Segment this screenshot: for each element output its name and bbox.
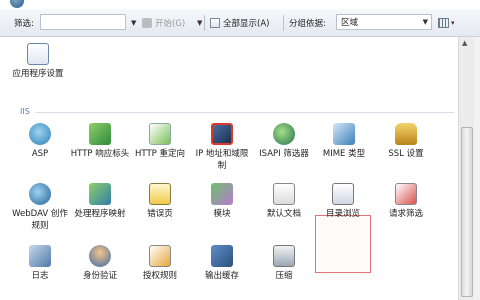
feature-logging[interactable]: 日志 xyxy=(10,245,70,282)
scrollbar-thumb[interactable] xyxy=(461,127,473,297)
feature-default-document[interactable]: 默认文档 xyxy=(254,183,314,220)
start-label: 开始(G) xyxy=(155,19,186,29)
view-dropdown-arrow-icon: ▾ xyxy=(451,19,455,27)
show-all-icon xyxy=(210,18,220,28)
logging-icon xyxy=(29,245,51,267)
group-by-label: 分组依据: xyxy=(289,19,326,29)
filter-input[interactable] xyxy=(40,14,126,30)
features-toolbar: 筛选: ▼ 开始(G) ▼ 全部显示(A) 分组依据: 区域 ▼ ▾ xyxy=(0,9,480,37)
feature-label: 身份验证 xyxy=(82,271,117,281)
scroll-up-icon[interactable]: ▲ xyxy=(462,39,467,47)
feature-output-caching[interactable]: 输出缓存 xyxy=(192,245,252,282)
lock-icon xyxy=(395,123,417,145)
feature-label: 错误页 xyxy=(147,209,173,219)
feature-label: 日志 xyxy=(31,271,49,281)
app-settings-icon xyxy=(27,43,49,65)
feature-label: SSL 设置 xyxy=(388,149,424,159)
feature-label: 请求筛选 xyxy=(388,209,423,219)
feature-label: HTTP 重定向 xyxy=(135,149,185,159)
feature-label: 输出缓存 xyxy=(204,271,239,281)
http-redirect-icon xyxy=(149,123,171,145)
start-dropdown-arrow-icon[interactable]: ▼ xyxy=(197,9,202,37)
feature-label: 应用程序设置 xyxy=(12,69,64,79)
warning-icon xyxy=(149,183,171,205)
feature-request-filtering[interactable]: 请求筛选 xyxy=(376,183,436,220)
asp-icon xyxy=(29,123,51,145)
feature-mime-types[interactable]: MIME 类型 xyxy=(314,123,374,160)
toolbar-separator xyxy=(204,15,205,31)
view-grid-icon xyxy=(438,18,449,28)
directory-browsing-icon xyxy=(332,183,354,205)
feature-label: 压缩 xyxy=(275,271,293,281)
toolbar-separator xyxy=(283,15,284,31)
group-by-value: 区域 xyxy=(341,18,359,28)
selection-highlight xyxy=(315,215,371,273)
compression-icon xyxy=(273,245,295,267)
show-all-button[interactable]: 全部显示(A) xyxy=(210,9,269,37)
feature-ssl-settings[interactable]: SSL 设置 xyxy=(376,123,436,160)
feature-authentication[interactable]: 身份验证 xyxy=(70,245,130,282)
features-view: 应用程序设置 IIS ASP HTTP 响应标头 HTTP 重定向 IP 地址和… xyxy=(0,37,458,300)
feature-label: 处理程序映射 xyxy=(74,209,126,219)
filter-dropdown-arrow-icon[interactable]: ▼ xyxy=(131,9,136,37)
feature-error-pages[interactable]: 错误页 xyxy=(130,183,190,220)
vertical-scrollbar[interactable]: ▲ xyxy=(458,37,474,300)
feature-label: 默认文档 xyxy=(266,209,301,219)
isapi-filters-icon xyxy=(273,123,295,145)
feature-label: HTTP 响应标头 xyxy=(70,149,130,159)
feature-label: 模块 xyxy=(213,209,231,219)
mime-types-icon xyxy=(333,123,355,145)
feature-compression[interactable]: 压缩 xyxy=(254,245,314,282)
window-edge xyxy=(474,37,480,300)
group-by-select[interactable]: 区域 ▼ xyxy=(336,14,432,30)
request-filtering-icon xyxy=(395,183,417,205)
feature-label: WebDAV 创作规则 xyxy=(12,209,68,231)
authorization-rules-icon xyxy=(149,245,171,267)
feature-label: MIME 类型 xyxy=(322,149,366,159)
feature-asp[interactable]: ASP xyxy=(10,123,70,160)
window-top-strip xyxy=(0,0,480,9)
chevron-down-icon: ▼ xyxy=(422,18,428,26)
feature-http-redirect[interactable]: HTTP 重定向 xyxy=(130,123,190,160)
output-caching-icon xyxy=(211,245,233,267)
authentication-icon xyxy=(89,245,111,267)
feature-label: ISAPI 筛选器 xyxy=(259,149,309,159)
filter-label: 筛选: xyxy=(14,19,34,29)
default-document-icon xyxy=(273,183,295,205)
show-all-label: 全部显示(A) xyxy=(223,19,270,29)
feature-label: IP 地址和域限制 xyxy=(195,149,249,171)
feature-label: ASP xyxy=(31,149,49,159)
handler-mappings-icon xyxy=(89,183,111,205)
start-icon xyxy=(142,18,152,28)
feature-http-response-headers[interactable]: HTTP 响应标头 xyxy=(70,123,130,160)
feature-label: 授权规则 xyxy=(142,271,177,281)
ip-domain-restrictions-icon xyxy=(211,123,233,145)
start-button[interactable]: 开始(G) xyxy=(142,9,185,37)
feature-authorization-rules[interactable]: 授权规则 xyxy=(130,245,190,282)
http-response-headers-icon xyxy=(89,123,111,145)
feature-ip-domain-restrictions[interactable]: IP 地址和域限制 xyxy=(192,123,252,172)
feature-webdav-authoring[interactable]: WebDAV 创作规则 xyxy=(10,183,70,232)
feature-handler-mappings[interactable]: 处理程序映射 xyxy=(70,183,130,220)
feature-modules[interactable]: 模块 xyxy=(192,183,252,220)
modules-icon xyxy=(211,183,233,205)
view-mode-button[interactable]: ▾ xyxy=(438,9,455,37)
feature-isapi-filters[interactable]: ISAPI 筛选器 xyxy=(254,123,314,160)
section-header-iis: IIS xyxy=(20,107,30,116)
feature-directory-browsing[interactable]: 目录浏览 xyxy=(313,183,373,220)
feature-label: 目录浏览 xyxy=(325,209,360,219)
feature-app-settings[interactable]: 应用程序设置 xyxy=(8,43,68,80)
iis-logo-icon xyxy=(10,0,24,8)
webdav-icon xyxy=(29,183,51,205)
section-divider xyxy=(36,112,454,113)
